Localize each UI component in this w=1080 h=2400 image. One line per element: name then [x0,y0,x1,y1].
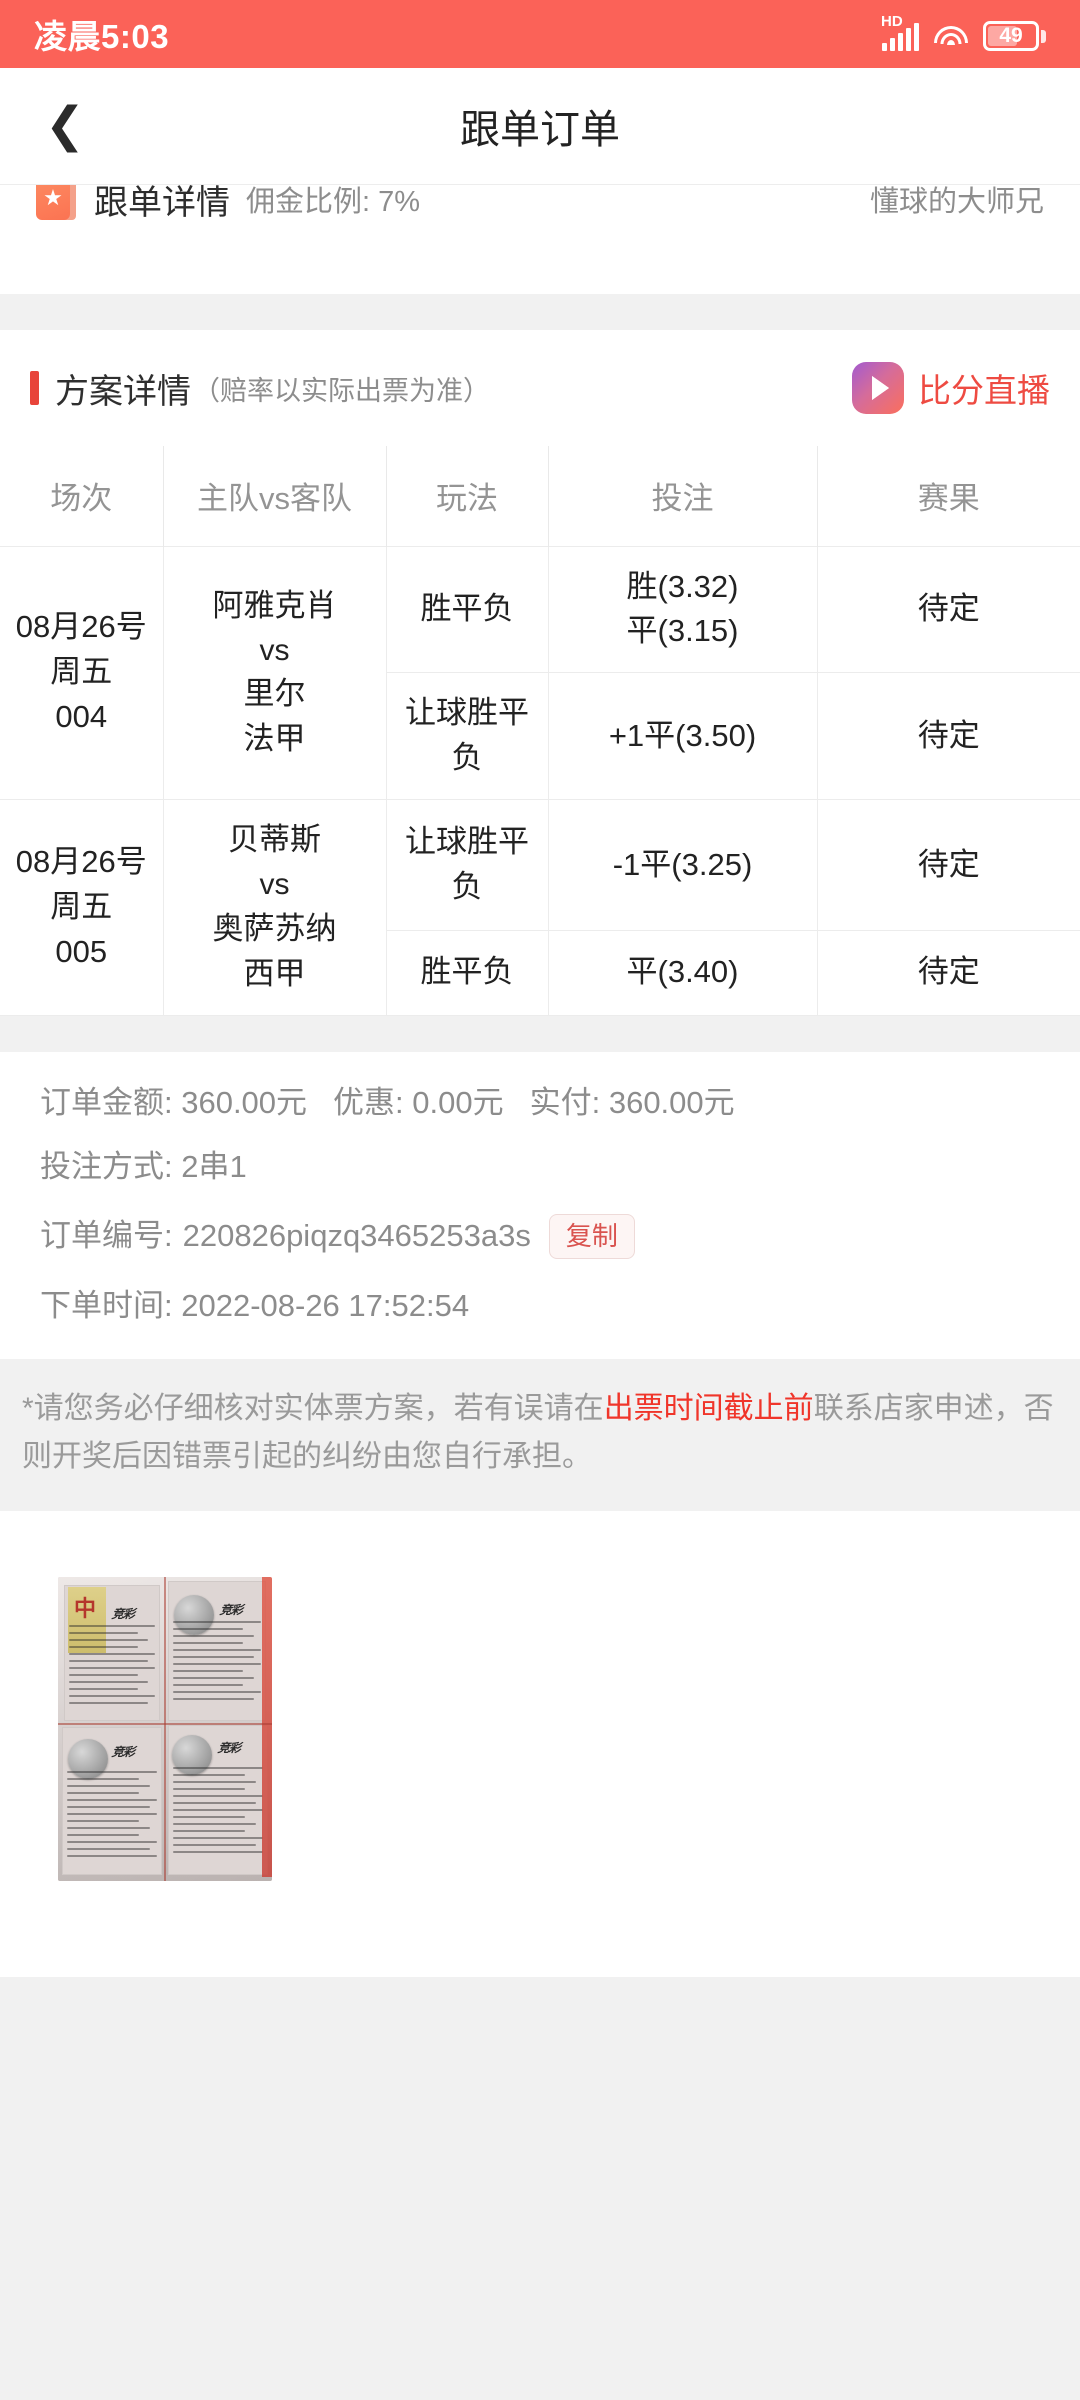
ticket-quadrant: 竞彩 [168,1581,266,1722]
away-team: 里尔 [243,676,306,712]
bet-type-line: 投注方式: 2串1 [40,1148,1040,1184]
play-type: 让球胜平负 [385,799,549,932]
commission-rate: 佣金比例: 7% [246,186,421,218]
signal-icon: HD [881,13,919,51]
wifi-icon [933,24,969,51]
expert-name: 懂球的大师兄 [869,186,1044,218]
order-time: 下单时间: 2022-08-26 17:52:54 [40,1287,470,1323]
home-team: 贝蒂斯 [228,822,321,858]
plan-table: 场次 主队vs客队 玩法 投注 赛果 08月26号 周五 004 阿雅克肖 vs… [0,446,1080,1016]
league-name: 法甲 [243,721,306,757]
battery-icon: 49 [983,21,1046,51]
ticket-quadrant: 竞彩 [168,1725,268,1876]
live-score-label: 比分直播 [918,372,1050,409]
section-accent-bar [30,371,39,405]
order-amount: 订单金额: 360.00元 [40,1084,308,1120]
plan-detail-header: 方案详情 （赔率以实际出票为准） 比分直播 [0,330,1080,446]
amount-line: 订单金额: 360.00元 优惠: 0.00元 实付: 360.00元 [40,1084,1040,1120]
plan-detail-card: 方案详情 （赔率以实际出票为准） 比分直播 场次 主队vs客队 玩法 投注 赛果… [0,330,1080,1016]
back-button[interactable]: ❮ [30,91,100,161]
play-type: 让球胜平负 [386,672,549,801]
copy-button[interactable]: 复制 [548,1213,635,1259]
column-header-playtype: 玩法 [385,446,548,546]
warning-highlight: 出票时间截止前 [603,1392,814,1426]
match-teams-cell: 贝蒂斯 vs 奥萨苏纳 西甲 [162,799,387,1016]
play-type: 胜平负 [386,930,549,1016]
table-row: 08月26号 周五 005 贝蒂斯 vs 奥萨苏纳 西甲 让球胜平负 -1平(3… [0,799,1080,1016]
order-discount: 优惠: 0.00元 [333,1084,504,1120]
table-header-row: 场次 主队vs客队 玩法 投注 赛果 [0,446,1080,546]
ticket-star-icon: ★ [36,185,76,222]
match-weekday: 周五 [50,654,113,690]
match-date: 08月26号 [15,844,147,879]
status-icons: HD 49 [881,13,1046,51]
spacer-2 [0,1015,1080,1052]
status-bar: 凌晨5:03 HD 49 [0,0,1080,68]
bet-type: 投注方式: 2串1 [40,1148,247,1184]
match-result: 待定 [816,930,1080,1016]
league-name: 西甲 [243,955,306,991]
bet-selection: -1平(3.25) [547,799,818,932]
column-header-result: 赛果 [816,446,1080,546]
match-result: 待定 [816,545,1080,674]
order-no-value: 220826piqzq3465253a3s [182,1218,531,1254]
page-title: 跟单订单 [460,108,620,152]
bet-selection: 胜(3.32) 平(3.15) [547,545,818,674]
away-team: 奥萨苏纳 [212,910,337,946]
bottom-spacer [0,1977,1080,2151]
follow-detail-label: 跟单详情 [94,184,230,222]
follow-detail-strip[interactable]: ★ 跟单详情 佣金比例: 7% 懂球的大师兄 [0,184,1080,294]
column-header-teams: 主队vs客队 [162,446,386,546]
ticket-quadrant: 竞彩 [64,1585,160,1722]
warning-notice: *请您务必仔细核对实体票方案，若有误请在出票时间截止前联系店家申述，否则开奖后因… [0,1359,1080,1512]
ticket-brand-logo: 竞彩 [216,1741,241,1756]
live-score-link[interactable]: 比分直播 [852,362,1050,414]
nav-bar: ❮ 跟单订单 [0,68,1080,184]
table-row: 08月26号 周五 004 阿雅克肖 vs 里尔 法甲 胜平负 胜(3.32) … [0,545,1080,801]
ticket-brand-logo: 竞彩 [110,1607,135,1622]
status-time: 凌晨5:03 [34,18,170,55]
vs-label: vs [259,868,290,902]
match-date: 08月26号 [15,609,147,645]
order-summary: 订单金额: 360.00元 优惠: 0.00元 实付: 360.00元 投注方式… [0,1051,1080,1360]
ticket-divider [164,1577,166,1882]
warning-part-1: *请您务必仔细核对实体票方案，若有误请在 [22,1392,604,1426]
battery-percent: 49 [999,24,1023,47]
order-no-line: 订单编号: 220826piqzq3465253a3s 复制 [40,1213,1040,1259]
bet-selection: 平(3.40) [547,930,818,1016]
order-time-line: 下单时间: 2022-08-26 17:52:54 [40,1287,1040,1323]
match-number: 004 [55,699,108,735]
ticket-brand-logo: 竞彩 [218,1603,243,1618]
ticket-quadrant: 竞彩 [62,1727,162,1876]
hd-icon: HD [881,13,903,30]
home-team: 阿雅克肖 [212,587,337,623]
ticket-divider [58,1723,272,1726]
plan-detail-note: （赔率以实际出票为准） [193,375,490,406]
bet-selection: +1平(3.50) [547,672,818,801]
match-number: 005 [55,933,108,969]
match-weekday: 周五 [50,888,113,924]
plan-detail-title: 方案详情 [55,372,191,411]
match-result: 待定 [816,672,1080,801]
match-schedule-cell: 08月26号 周五 005 [0,799,164,1016]
ticket-brand-logo: 竞彩 [110,1745,135,1760]
spacer-1 [0,294,1080,330]
play-live-icon [852,362,904,414]
column-header-match: 场次 [50,481,113,517]
match-teams-cell: 阿雅克肖 vs 里尔 法甲 [162,545,387,801]
play-type: 胜平负 [385,545,549,674]
column-header-bet: 投注 [547,446,817,546]
match-result: 待定 [816,799,1080,932]
order-no-label: 订单编号: [40,1218,173,1254]
ticket-photo-section: 竞彩 竞彩 竞彩 [0,1511,1080,1978]
ticket-photo[interactable]: 竞彩 竞彩 竞彩 [58,1577,272,1882]
vs-label: vs [259,633,290,667]
ticket-edge-strip [262,1577,272,1878]
match-schedule-cell: 08月26号 周五 004 [0,545,164,801]
order-paid: 实付: 360.00元 [529,1084,735,1120]
